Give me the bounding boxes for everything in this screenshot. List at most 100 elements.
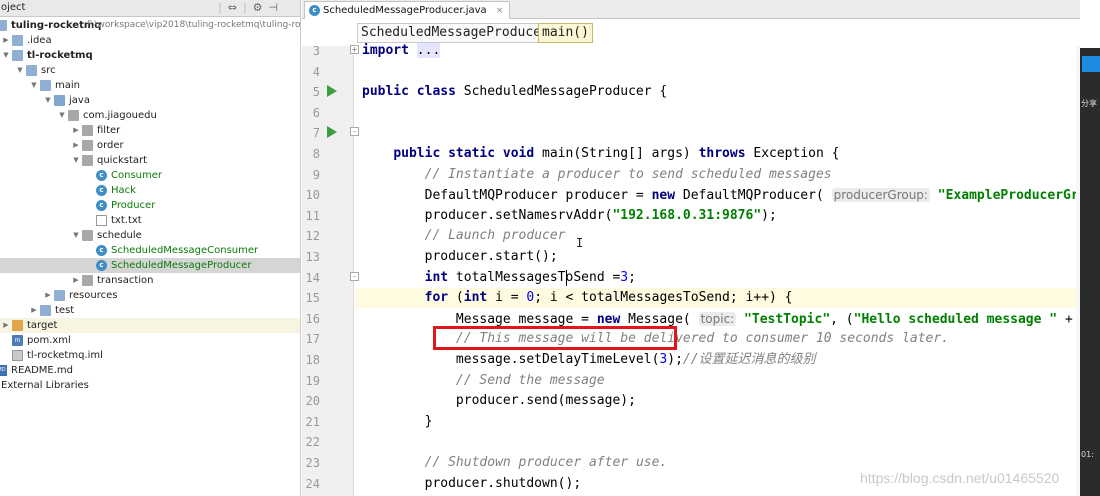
line-number: 6 bbox=[312, 105, 320, 120]
line-number: 18 bbox=[305, 353, 320, 367]
code-line[interactable]: producer.send(message); bbox=[355, 391, 1080, 411]
tree-item-hack[interactable]: c Hack bbox=[0, 183, 300, 198]
tree-item-transaction[interactable]: ▶ transaction bbox=[0, 273, 300, 288]
tree-item-label: ScheduledMessageConsumer bbox=[111, 245, 259, 256]
tree-item-resources[interactable]: ▶ resources bbox=[0, 288, 300, 303]
breadcrumb-method[interactable]: main() bbox=[538, 23, 593, 43]
tree-item-com-jiagouedu[interactable]: ▼ com.jiagouedu bbox=[0, 108, 300, 123]
code-line[interactable]: int totalMessagesToSend =3; bbox=[355, 268, 1080, 288]
tree-item-tl-rocketmq[interactable]: ▼ tl-rocketmq bbox=[0, 48, 300, 63]
line-number: 5 bbox=[312, 85, 320, 100]
fold-import-icon[interactable]: + bbox=[350, 45, 359, 54]
code-line[interactable]: // Launch producer bbox=[355, 226, 1080, 246]
share-icon[interactable] bbox=[1082, 56, 1100, 72]
code-line[interactable]: // Send the message bbox=[355, 371, 1080, 391]
gear-icon[interactable]: ⚙ bbox=[253, 1, 263, 14]
code-line[interactable]: message.setDelayTimeLevel(3);//设置延迟消息的级别 bbox=[355, 350, 1080, 370]
tree-item-txt-txt[interactable]: txt.txt bbox=[0, 213, 300, 228]
expanded-arrow-icon[interactable]: ▼ bbox=[44, 93, 52, 108]
package-icon bbox=[82, 275, 93, 286]
folder-icon bbox=[0, 20, 7, 31]
tree-item-label: resources bbox=[69, 290, 118, 301]
tree-item-tl-rocketmq-iml[interactable]: tl-rocketmq.iml bbox=[0, 348, 300, 363]
java-class-icon: c bbox=[96, 185, 107, 196]
tree-item-label: External Libraries bbox=[1, 380, 89, 391]
expanded-arrow-icon[interactable]: ▼ bbox=[16, 63, 24, 78]
collapsed-arrow-icon[interactable]: ▶ bbox=[2, 33, 10, 48]
editor-tab-bar: c ScheduledMessageProducer.java × bbox=[302, 0, 1080, 19]
tree-item-label: java bbox=[69, 95, 90, 106]
tab-scheduled-message-producer[interactable]: c ScheduledMessageProducer.java × bbox=[304, 1, 511, 19]
tree-item-pom-xml[interactable]: m pom.xml bbox=[0, 333, 300, 348]
tree-item-producer[interactable]: c Producer bbox=[0, 198, 300, 213]
line-number: 4 bbox=[312, 64, 320, 79]
code-line[interactable]: public class ScheduledMessageProducer { bbox=[355, 82, 1080, 102]
tree-item-order[interactable]: ▶ order bbox=[0, 138, 300, 153]
code-line[interactable]: DefaultMQProducer producer = new Default… bbox=[355, 185, 1100, 205]
collapsed-arrow-icon[interactable]: ▶ bbox=[44, 288, 52, 303]
tree-item--idea[interactable]: ▶ .idea bbox=[0, 33, 300, 48]
tree-item-readme-md[interactable]: MD README.md bbox=[0, 363, 300, 378]
code-line[interactable] bbox=[355, 62, 1080, 82]
run-class-icon[interactable] bbox=[327, 85, 337, 97]
breadcrumb-class[interactable]: ScheduledMessageProducer bbox=[357, 23, 553, 43]
hide-icon[interactable]: ⊣ bbox=[269, 1, 279, 14]
line-number: 19 bbox=[305, 373, 320, 388]
side-tool-strip: 分享 01: bbox=[1080, 48, 1100, 496]
line-number: 23 bbox=[305, 456, 320, 470]
code-line[interactable]: // Instantiate a producer to send schedu… bbox=[355, 165, 1080, 185]
code-line[interactable] bbox=[355, 103, 1080, 123]
tree-item-target[interactable]: ▶ target bbox=[0, 318, 300, 333]
tree-item-external-libraries[interactable]: External Libraries bbox=[0, 378, 300, 393]
package-icon bbox=[82, 125, 93, 136]
code-line[interactable]: producer.start(); bbox=[355, 247, 1080, 267]
tree-item-scheduledmessageconsumer[interactable]: c ScheduledMessageConsumer bbox=[0, 243, 300, 258]
divider-icon: | bbox=[218, 1, 222, 14]
expanded-arrow-icon[interactable]: ▼ bbox=[30, 78, 38, 93]
tree-item-filter[interactable]: ▶ filter bbox=[0, 123, 300, 138]
tree-item-label: Consumer bbox=[111, 170, 162, 181]
fold-loop-icon[interactable]: - bbox=[350, 272, 359, 281]
tree-item-consumer[interactable]: c Consumer bbox=[0, 168, 300, 183]
collapsed-arrow-icon[interactable]: ▶ bbox=[72, 273, 80, 288]
collapse-icon[interactable]: ⇔ bbox=[228, 1, 237, 14]
collapsed-arrow-icon[interactable]: ▶ bbox=[2, 318, 10, 333]
tree-item-java[interactable]: ▼ java bbox=[0, 93, 300, 108]
expanded-arrow-icon[interactable]: ▼ bbox=[58, 108, 66, 123]
line-number: 3 bbox=[312, 44, 320, 58]
tree-item-scheduledmessageproducer[interactable]: c ScheduledMessageProducer bbox=[0, 258, 300, 273]
tree-item-src[interactable]: ▼ src bbox=[0, 63, 300, 78]
project-panel: oject | ⇔ | ⚙ ⊣ tuling-rocketmq F:\worksp… bbox=[0, 0, 301, 496]
expanded-arrow-icon[interactable]: ▼ bbox=[72, 153, 80, 168]
fold-method-icon[interactable]: - bbox=[350, 127, 359, 136]
code-line[interactable]: producer.setNamesrvAddr("192.168.0.31:98… bbox=[355, 206, 1080, 226]
project-panel-toolbar: | ⇔ | ⚙ ⊣ bbox=[218, 1, 278, 14]
project-panel-header: oject | ⇔ | ⚙ ⊣ bbox=[0, 0, 300, 17]
code-line[interactable]: import ... bbox=[355, 41, 1080, 61]
code-line[interactable]: public static void main(String[] args) t… bbox=[355, 144, 1080, 164]
tree-item-label: README.md bbox=[11, 365, 74, 376]
collapsed-arrow-icon[interactable]: ▶ bbox=[30, 303, 38, 318]
run-main-icon[interactable] bbox=[327, 126, 337, 138]
excluded-folder-icon bbox=[12, 320, 23, 331]
tree-item-main[interactable]: ▼ main bbox=[0, 78, 300, 93]
tree-item-tuling-rocketmq[interactable]: tuling-rocketmq F:\workspace\vip2018\tuli… bbox=[0, 18, 300, 33]
line-number: 17 bbox=[305, 332, 320, 347]
tree-item-test[interactable]: ▶ test bbox=[0, 303, 300, 318]
collapsed-arrow-icon[interactable]: ▶ bbox=[72, 123, 80, 138]
close-tab-icon[interactable]: × bbox=[496, 6, 504, 16]
code-line[interactable]: for (int i = 0; i < totalMessagesToSend;… bbox=[355, 288, 1080, 309]
tree-item-schedule[interactable]: ▼ schedule bbox=[0, 228, 300, 243]
tree-item-quickstart[interactable]: ▼ quickstart bbox=[0, 153, 300, 168]
expanded-arrow-icon[interactable]: ▼ bbox=[2, 48, 10, 63]
java-class-icon: c bbox=[96, 200, 107, 211]
watermark: https://blog.csdn.net/u01465520 bbox=[860, 470, 1060, 486]
code-line[interactable] bbox=[355, 432, 1080, 452]
expanded-arrow-icon[interactable]: ▼ bbox=[72, 228, 80, 243]
tree-item-label: test bbox=[55, 305, 75, 316]
code-line[interactable]: } bbox=[355, 412, 1080, 432]
collapsed-arrow-icon[interactable]: ▶ bbox=[72, 138, 80, 153]
share-label: 分享 bbox=[1081, 99, 1097, 108]
code-line[interactable] bbox=[355, 123, 1080, 143]
line-number: 22 bbox=[305, 435, 320, 450]
